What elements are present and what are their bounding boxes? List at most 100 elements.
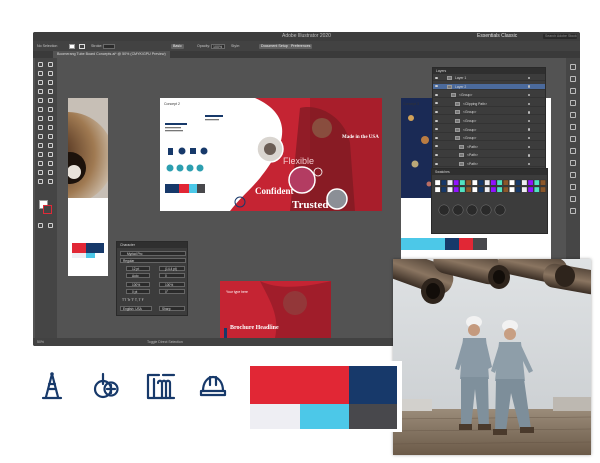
preferences-button[interactable]: Preferences [289, 43, 313, 49]
font-search-field[interactable]: Myriad Pro [120, 251, 186, 256]
width-tool-icon[interactable] [38, 125, 43, 130]
swatch-grid[interactable] [432, 176, 548, 234]
color-swatch[interactable] [496, 186, 503, 193]
layer-row[interactable]: <Clipping Path> [433, 101, 545, 107]
layer-row[interactable]: <Group> [433, 118, 545, 124]
horizontal-scale-field[interactable]: 100% [159, 282, 185, 287]
color-swatch[interactable] [459, 186, 466, 193]
blend-tool-icon[interactable] [48, 152, 53, 157]
color-swatch[interactable] [521, 186, 528, 193]
workspace-switcher[interactable]: Essentials Classic [477, 32, 517, 41]
color-swatch[interactable] [534, 179, 540, 186]
stroke-color-icon[interactable] [43, 205, 52, 214]
visibility-eye-icon[interactable] [435, 136, 438, 139]
paintbrush-tool-icon[interactable] [48, 98, 53, 103]
line-tool-icon[interactable] [48, 89, 53, 94]
swatch-group-icon[interactable] [480, 204, 492, 216]
layer-row[interactable]: <Path> [433, 161, 545, 167]
color-swatch[interactable] [453, 186, 459, 193]
layer-target-icon[interactable] [528, 102, 531, 105]
visibility-eye-icon[interactable] [435, 153, 438, 156]
color-swatch[interactable] [515, 186, 521, 193]
gradient-icon[interactable] [570, 124, 576, 130]
rotation-field[interactable]: 0° [159, 289, 185, 294]
layer-row[interactable]: <Group> [433, 127, 545, 133]
font-style-field[interactable]: Regular [120, 258, 186, 263]
artboard-tool-icon[interactable] [38, 170, 43, 175]
stroke-icon[interactable] [570, 112, 576, 118]
layer-target-icon[interactable] [528, 162, 531, 166]
eraser-tool-icon[interactable] [48, 107, 53, 112]
layer-row[interactable]: <Path> [433, 144, 545, 150]
color-swatch[interactable] [459, 179, 466, 186]
graph-tool-icon[interactable] [48, 161, 53, 166]
color-icon[interactable] [570, 88, 576, 94]
color-swatch[interactable] [434, 186, 441, 193]
document-setup-button[interactable]: Document Setup [259, 43, 290, 49]
swatch-group-icon[interactable] [452, 204, 464, 216]
draw-mode-icon[interactable] [38, 223, 43, 228]
color-swatch[interactable] [515, 179, 521, 186]
baseline-shift-field[interactable]: 0 pt [126, 289, 150, 294]
free-transform-tool-icon[interactable] [48, 125, 53, 130]
layer-target-icon[interactable] [528, 145, 531, 148]
layer-row[interactable]: <Path> [433, 152, 545, 159]
color-swatch[interactable] [534, 186, 540, 193]
visibility-eye-icon[interactable] [435, 110, 438, 113]
color-swatch[interactable] [509, 179, 515, 186]
shape-builder-tool-icon[interactable] [38, 134, 43, 139]
rotate-tool-icon[interactable] [38, 116, 43, 121]
color-swatch[interactable] [503, 179, 509, 186]
fill-swatch[interactable] [69, 43, 75, 49]
color-swatch[interactable] [521, 179, 528, 186]
stroke-swatch[interactable] [79, 43, 85, 49]
pen-tool-icon[interactable] [38, 80, 43, 85]
color-swatch[interactable] [472, 186, 478, 193]
magic-wand-tool-icon[interactable] [38, 71, 43, 76]
visibility-eye-icon[interactable] [435, 102, 438, 105]
visibility-eye-icon[interactable] [435, 76, 438, 79]
pencil-tool-icon[interactable] [38, 107, 43, 112]
visibility-eye-icon[interactable] [435, 162, 438, 165]
zoom-tool-icon[interactable] [48, 179, 53, 184]
visibility-eye-icon[interactable] [435, 128, 438, 131]
opacity-field[interactable]: 100% [211, 43, 225, 49]
color-swatch[interactable] [540, 179, 546, 186]
layer-target-icon[interactable] [528, 136, 531, 140]
color-swatch[interactable] [472, 179, 478, 186]
tracking-field[interactable]: 0 [159, 273, 185, 278]
color-swatch[interactable] [465, 179, 472, 186]
lasso-tool-icon[interactable] [48, 71, 53, 76]
swatch-group-icon[interactable] [494, 204, 506, 216]
language-field[interactable]: English: USA [120, 306, 152, 311]
color-swatch[interactable] [509, 186, 515, 193]
brush-style-button[interactable]: Basic [171, 43, 184, 49]
color-swatch[interactable] [441, 186, 447, 193]
rectangle-tool-icon[interactable] [38, 98, 43, 103]
align-icon[interactable] [570, 184, 576, 190]
swatches-panel-title[interactable]: Swatches [432, 169, 547, 175]
vertical-scale-field[interactable]: 100% [126, 282, 150, 287]
character-panel-title[interactable]: Character [117, 242, 187, 248]
stroke-weight-field[interactable] [103, 43, 115, 49]
artboard-left[interactable] [68, 98, 108, 276]
transform-icon[interactable] [570, 208, 576, 214]
color-swatch[interactable] [496, 179, 503, 186]
layers-panel-title[interactable]: Layers [433, 68, 545, 74]
color-swatch[interactable] [490, 179, 497, 186]
layer-row[interactable]: Layer 2 [433, 83, 545, 90]
layer-row[interactable]: <Group> [433, 109, 545, 116]
visibility-eye-icon[interactable] [435, 85, 438, 88]
color-swatch[interactable] [447, 179, 453, 186]
color-swatch[interactable] [540, 186, 546, 193]
layer-target-icon[interactable] [528, 93, 531, 97]
pathfinder-icon[interactable] [570, 196, 576, 202]
swatch-group-icon[interactable] [466, 204, 478, 216]
layer-target-icon[interactable] [528, 119, 531, 123]
scale-tool-icon[interactable] [48, 116, 53, 121]
color-swatch[interactable] [441, 179, 447, 186]
layer-target-icon[interactable] [528, 85, 531, 88]
color-swatch[interactable] [484, 186, 490, 193]
layer-row[interactable]: <Group> [433, 135, 545, 142]
color-swatch[interactable] [478, 186, 484, 193]
